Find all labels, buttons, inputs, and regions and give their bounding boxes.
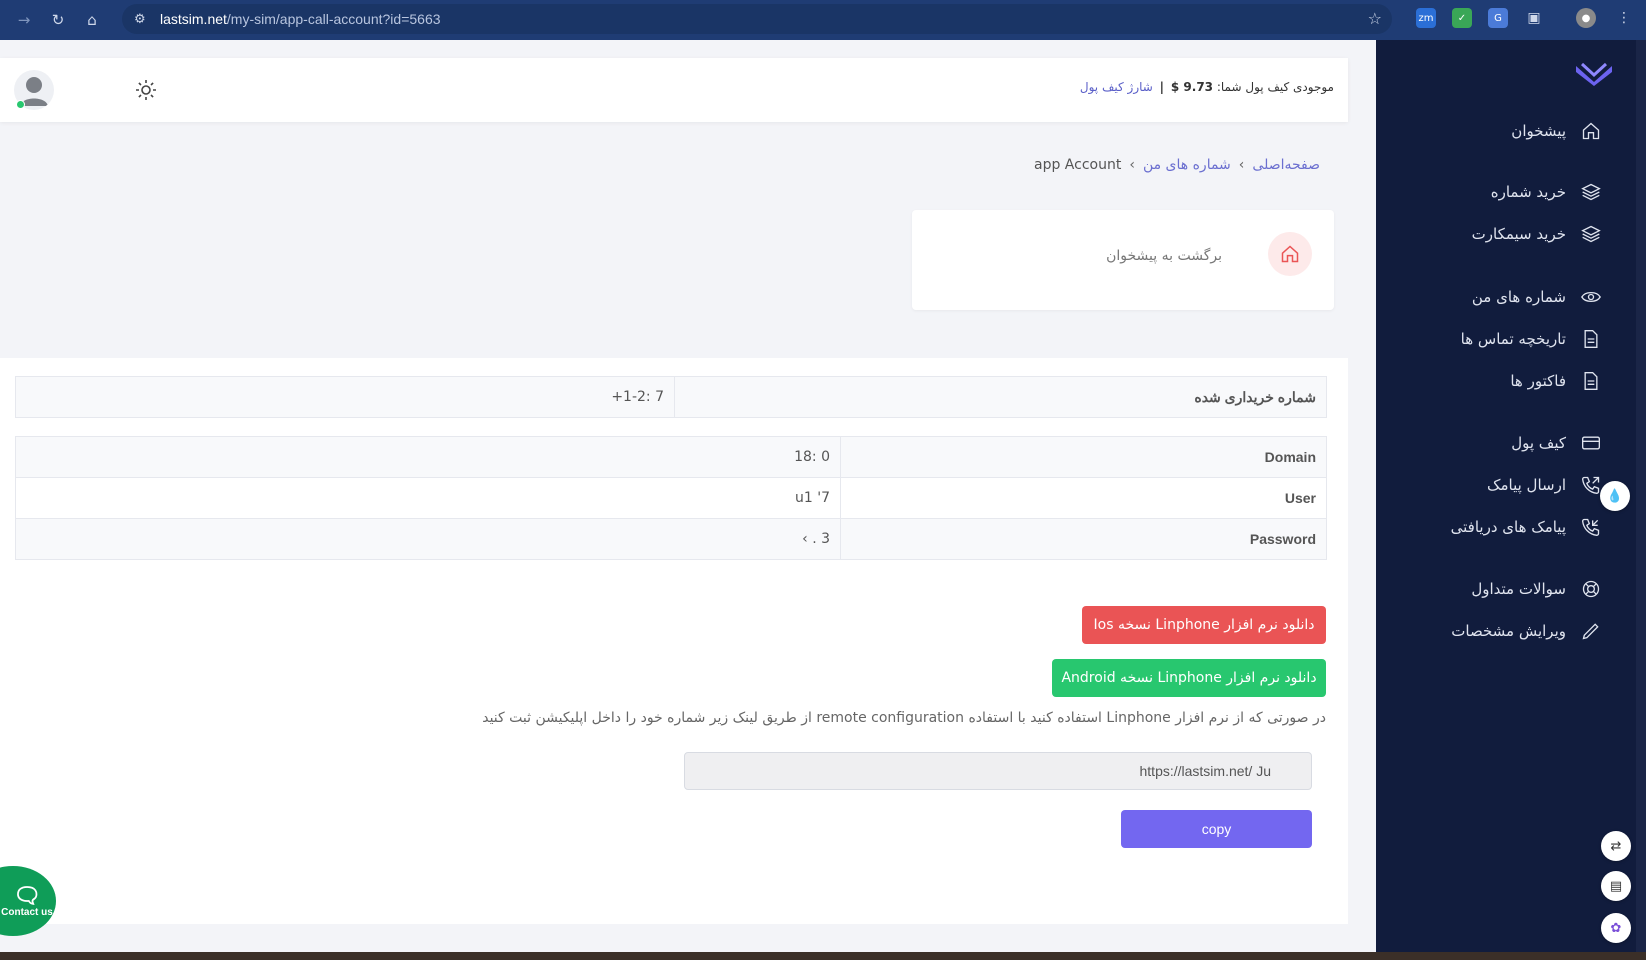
breadcrumb: صفحه‌اصلی › شماره های من › app Account (1034, 157, 1320, 173)
sidebar-item-label: شماره های من (1471, 288, 1566, 306)
browser-menu-icon[interactable]: ⋮ (1614, 8, 1634, 28)
sun-icon[interactable] (134, 78, 158, 102)
layers-icon (1580, 181, 1602, 203)
breadcrumb-separator: › (1238, 157, 1245, 173)
home-icon (1268, 232, 1312, 276)
breadcrumb-current: app Account (1033, 157, 1122, 173)
sidebar-item-wallet[interactable]: کیف پول (1511, 429, 1602, 457)
lifebuoy-icon (1580, 578, 1602, 600)
top-header: موجودی کیف پول شما: 9.73 $ | شارژ کیف پو… (0, 58, 1348, 122)
url-path: /my-sim/app-call-account?id=5663 (226, 11, 441, 27)
sidebar-item-label: ویرایش مشخصات (1451, 622, 1566, 640)
sidebar-item-label: خرید شماره (1490, 183, 1566, 201)
sidebar-item-my-numbers[interactable]: شماره های من (1472, 283, 1602, 311)
purchased-number-value: +1-2: 7 (15, 376, 675, 418)
browser-toolbar: → ↻ ⌂ ⚙ lastsim.net/my-sim/app-call-acco… (0, 0, 1646, 40)
drop-widget-icon[interactable]: 💧 (1600, 481, 1630, 511)
sidebar-item-label: پیشخوان (1511, 122, 1566, 140)
sidebar-item-call-history[interactable]: تاریخچه تماس ها (1461, 325, 1602, 353)
address-bar[interactable]: ⚙ lastsim.net/my-sim/app-call-account?id… (122, 4, 1392, 34)
sidebar-item-label: فاکتور ها (1510, 372, 1566, 390)
extension-zm-icon[interactable]: zm (1416, 8, 1436, 28)
back-to-dashboard-label: برگشت به پیشخوان (1106, 248, 1222, 264)
sidebar-item-label: خرید سیمکارت (1471, 225, 1566, 243)
extensions-puzzle-icon[interactable]: ▣ (1524, 8, 1544, 28)
remote-config-link-field[interactable]: https://lastsim.net/ Ju (684, 752, 1312, 790)
sidebar-item-label: ارسال پیامک (1487, 476, 1566, 494)
breadcrumb-separator: › (1129, 157, 1135, 173)
translate-tool-icon[interactable]: ⇄ (1601, 831, 1631, 861)
reload-icon[interactable]: ↻ (48, 10, 68, 30)
site-info-icon[interactable]: ⚙ (134, 12, 154, 27)
home-icon (1580, 120, 1602, 142)
extension-shield-icon[interactable]: ✓ (1452, 8, 1472, 28)
sidebar-item-label: کیف پول (1511, 434, 1566, 452)
purchased-number-table: +1-2: 7 شماره خریداری شده (15, 376, 1327, 418)
download-android-button[interactable]: دانلود نرم افزار Linphone نسخه Android (1052, 659, 1326, 697)
profile-avatar-icon[interactable]: ● (1576, 8, 1596, 28)
password-value: ‹ . 3 (15, 518, 841, 560)
back-to-dashboard-card[interactable]: برگشت به پیشخوان (912, 210, 1334, 310)
url-host: lastsim.net (160, 11, 227, 27)
bookmark-star-icon[interactable]: ☆ (1368, 9, 1382, 28)
sidebar-item-invoices[interactable]: فاکتور ها (1510, 367, 1602, 395)
table-row: 18: 0 Domain (15, 436, 1327, 478)
sidebar-item-received-sms[interactable]: پیامک های دریافتی (1451, 513, 1602, 541)
user-value: u1 '7 (15, 477, 841, 519)
remote-config-hint: در صورتی که از نرم افزار Linphone استفاد… (482, 710, 1326, 726)
eye-icon (1580, 286, 1602, 308)
breadcrumb-my-numbers[interactable]: شماره های من (1143, 157, 1231, 173)
table-row: u1 '7 User (15, 477, 1327, 519)
phone-outgoing-icon (1580, 474, 1602, 496)
wallet-separator: | (1159, 80, 1165, 94)
sidebar-item-buy-number[interactable]: خرید شماره (1491, 178, 1602, 206)
home-browser-icon[interactable]: ⌂ (82, 10, 102, 30)
wallet-charge-link[interactable]: شارژ کیف پول (1080, 80, 1153, 94)
domain-value: 18: 0 (15, 436, 841, 478)
online-status-dot (16, 100, 25, 109)
sidebar-item-faq[interactable]: سوالات متداول (1471, 575, 1602, 603)
phone-incoming-icon (1580, 516, 1602, 538)
book-tool-icon[interactable]: ▤ (1601, 871, 1631, 901)
taskbar-edge (0, 952, 1646, 960)
wallet-label: موجودی کیف پول شما: (1216, 80, 1334, 94)
layers-icon (1580, 223, 1602, 245)
purchased-number-label: شماره خریداری شده (674, 376, 1327, 418)
credentials-table: 18: 0 Domain u1 '7 User ‹ . 3 Password (15, 436, 1327, 560)
copy-button[interactable]: copy (1121, 810, 1312, 848)
file-icon (1580, 328, 1602, 350)
domain-label: Domain (840, 436, 1327, 478)
brand-logo[interactable] (1576, 62, 1612, 86)
password-label: Password (840, 518, 1327, 560)
chat-icon: 🗨 (13, 882, 41, 908)
sidebar-item-label: پیامک های دریافتی (1450, 518, 1566, 536)
table-row: ‹ . 3 Password (15, 518, 1327, 560)
extension-translate-icon[interactable]: G (1488, 8, 1508, 28)
forward-icon[interactable]: → (14, 10, 34, 30)
sidebar-item-dashboard[interactable]: پیشخوان (1511, 117, 1602, 145)
breadcrumb-home[interactable]: صفحه‌اصلی (1252, 157, 1320, 173)
sidebar-item-buy-simcard[interactable]: خرید سیمکارت (1472, 220, 1602, 248)
sidebar-scrollbar[interactable] (1636, 40, 1646, 960)
pen-icon (1580, 620, 1602, 642)
file-icon (1580, 370, 1602, 392)
sidebar-item-label: تاریخچه تماس ها (1460, 330, 1566, 348)
brain-tool-icon[interactable]: ✿ (1601, 913, 1631, 943)
wallet-amount: 9.73 $ (1170, 80, 1214, 94)
contact-us-label: Contact us (1, 906, 53, 918)
download-ios-button[interactable]: دانلود نرم افزار Linphone نسخه Ios (1082, 606, 1326, 644)
sidebar-item-edit-profile[interactable]: ویرایش مشخصات (1451, 617, 1602, 645)
wallet-balance: موجودی کیف پول شما: 9.73 $ | شارژ کیف پو… (1080, 80, 1334, 94)
user-label: User (840, 477, 1327, 519)
sidebar-item-label: سوالات متداول (1471, 580, 1566, 598)
card-icon (1580, 432, 1602, 454)
sidebar-item-send-sms[interactable]: ارسال پیامک (1487, 471, 1602, 499)
